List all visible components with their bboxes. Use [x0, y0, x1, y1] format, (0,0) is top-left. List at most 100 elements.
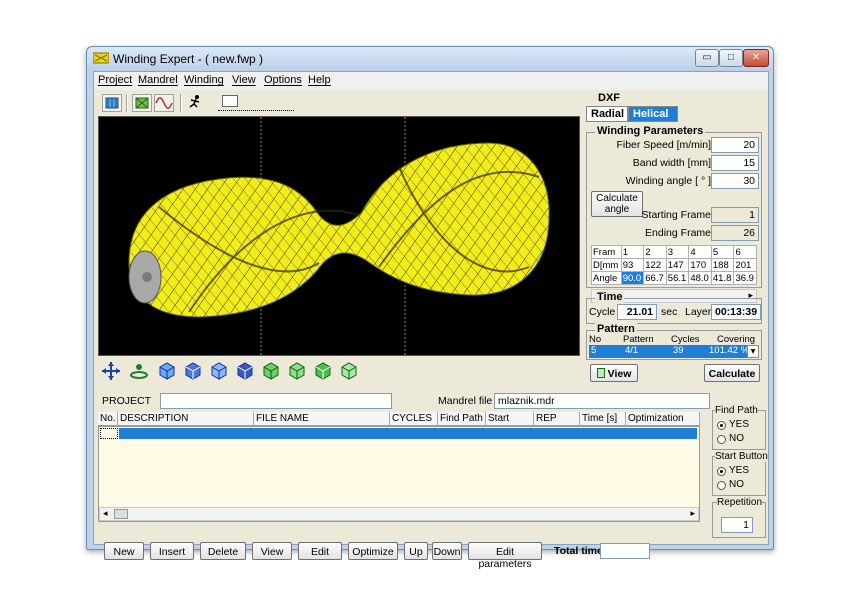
find-path-title: Find Path — [715, 405, 758, 416]
find-path-yes-radio[interactable] — [717, 421, 726, 430]
cube-right-icon[interactable] — [234, 360, 256, 382]
optimize-button[interactable]: Optimize — [348, 542, 398, 560]
mandrel-3d-view[interactable] — [98, 116, 580, 356]
find-path-group: Find Path YES NO — [712, 405, 766, 450]
table-cell[interactable]: 147 — [665, 258, 690, 272]
rotate-icon[interactable] — [128, 360, 150, 382]
edit-button[interactable]: Edit — [298, 542, 342, 560]
scroll-right-icon[interactable]: ▸ — [690, 508, 695, 519]
cube-top-icon[interactable] — [260, 360, 282, 382]
table-cell[interactable]: 1 — [620, 245, 645, 259]
view-pattern-button[interactable]: View — [590, 364, 638, 382]
runner-icon — [189, 95, 200, 108]
up-button[interactable]: Up — [404, 542, 428, 560]
table-cell[interactable]: 56.1 — [665, 271, 690, 285]
speed-slider[interactable] — [218, 95, 294, 111]
col-time[interactable]: Time [s] — [580, 412, 626, 426]
close-button[interactable]: ✕ — [743, 49, 769, 67]
move-axes-icon[interactable] — [100, 360, 122, 382]
find-path-no-label[interactable]: NO — [729, 433, 744, 444]
project-field[interactable] — [160, 393, 392, 409]
table-cell[interactable]: 2 — [643, 245, 667, 259]
table-cell[interactable]: 122 — [643, 258, 667, 272]
table-cell[interactable]: 5 — [710, 245, 735, 259]
table-cell[interactable]: 3 — [665, 245, 690, 259]
view-button[interactable]: View — [252, 542, 292, 560]
table-cell[interactable]: 36.9 — [733, 271, 757, 285]
menu-mandrel[interactable]: Mandrel — [138, 74, 178, 86]
menu-help[interactable]: Help — [308, 74, 331, 86]
menu-view[interactable]: View — [232, 74, 256, 86]
scroll-left-icon[interactable]: ◂ — [103, 508, 108, 519]
start-button-no-label[interactable]: NO — [729, 479, 744, 490]
table-cell[interactable]: 188 — [710, 258, 735, 272]
table-cell[interactable]: 4 — [688, 245, 712, 259]
band-width-field[interactable]: 15 — [711, 155, 759, 171]
find-path-no-radio[interactable] — [717, 435, 726, 444]
insert-button[interactable]: Insert — [150, 542, 194, 560]
table-cell[interactable]: 41.8 — [710, 271, 735, 285]
start-button-no-radio[interactable] — [717, 481, 726, 490]
delete-button[interactable]: Delete — [200, 542, 246, 560]
cube-back-icon[interactable] — [182, 360, 204, 382]
col-cycles[interactable]: CYCLES — [390, 412, 438, 426]
cube-iso-icon[interactable] — [312, 360, 334, 382]
run-button[interactable] — [186, 94, 206, 112]
col-find-path[interactable]: Find Path — [438, 412, 486, 426]
tab-radial[interactable]: Radial — [586, 106, 628, 122]
time-title: Time — [595, 291, 625, 303]
col-start-button[interactable]: Start Button — [486, 412, 534, 437]
menu-project[interactable]: Project — [98, 74, 132, 86]
scroll-thumb[interactable] — [114, 509, 128, 519]
fiber-speed-field[interactable]: 20 — [711, 137, 759, 153]
new-button[interactable]: New — [104, 542, 144, 560]
cube-wire-icon[interactable] — [338, 360, 360, 382]
title-bar[interactable]: Winding Expert - ( new.fwp ) ▭ □ ✕ — [87, 47, 773, 71]
calculate-button[interactable]: Calculate — [704, 364, 760, 382]
repetition-field[interactable]: 1 — [721, 517, 753, 533]
cycle-time-field[interactable]: 21.01 — [617, 304, 657, 320]
tab-helical[interactable]: Helical — [628, 106, 678, 122]
table-cell[interactable]: 6 — [733, 245, 757, 259]
find-path-yes-label[interactable]: YES — [729, 419, 749, 430]
start-button-yes-label[interactable]: YES — [729, 465, 749, 476]
edit-parameters-button[interactable]: Edit parameters — [468, 542, 542, 570]
list-horizontal-scrollbar[interactable]: ◂ ▸ — [99, 507, 699, 521]
cube-bottom-icon[interactable] — [286, 360, 308, 382]
cube-left-icon[interactable] — [208, 360, 230, 382]
table-cell-selected[interactable]: 90.0 — [620, 271, 645, 285]
list-body[interactable]: ◂ ▸ — [98, 426, 700, 522]
pattern-selector[interactable]: 5 4/1 39 101.42 % ▾ — [589, 345, 759, 358]
fiber-speed-label: Fiber Speed [m/min] — [616, 139, 711, 151]
col-rep[interactable]: REP — [534, 412, 580, 426]
mandrel-file-field[interactable]: mlaznik.mdr — [494, 393, 710, 409]
minimize-button[interactable]: ▭ — [695, 49, 719, 67]
menu-options[interactable]: Options — [264, 74, 302, 86]
table-cell[interactable]: 201 — [733, 258, 757, 272]
total-time-field[interactable] — [600, 543, 650, 559]
list-item[interactable] — [119, 428, 697, 439]
sec-label: sec — [661, 306, 678, 318]
col-no[interactable]: No. — [98, 412, 118, 426]
layer-time-field[interactable]: 00:13:39 — [711, 304, 761, 320]
table-cell[interactable]: 48.0 — [688, 271, 712, 285]
table-cell[interactable]: 93 — [620, 258, 645, 272]
col-file-name[interactable]: FILE NAME — [254, 412, 390, 426]
starting-frame-field[interactable]: 1 — [711, 207, 759, 223]
wave-button[interactable] — [154, 94, 174, 112]
col-optimization[interactable]: Optimization — [626, 412, 700, 426]
down-button[interactable]: Down — [432, 542, 462, 560]
mandrel-button[interactable] — [102, 94, 122, 112]
cube-front-icon[interactable] — [156, 360, 178, 382]
maximize-button[interactable]: □ — [719, 49, 743, 67]
speed-slider-thumb[interactable] — [222, 95, 238, 107]
table-cell[interactable]: 170 — [688, 258, 712, 272]
menu-winding[interactable]: Winding — [184, 74, 224, 86]
path-button[interactable] — [132, 94, 152, 112]
table-cell[interactable]: 66.7 — [643, 271, 667, 285]
col-description[interactable]: DESCRIPTION — [118, 412, 254, 426]
start-button-yes-radio[interactable] — [717, 467, 726, 476]
chevron-down-icon[interactable]: ▾ — [747, 345, 759, 358]
winding-angle-field[interactable]: 30 — [711, 173, 759, 189]
ending-frame-field[interactable]: 26 — [711, 225, 759, 241]
